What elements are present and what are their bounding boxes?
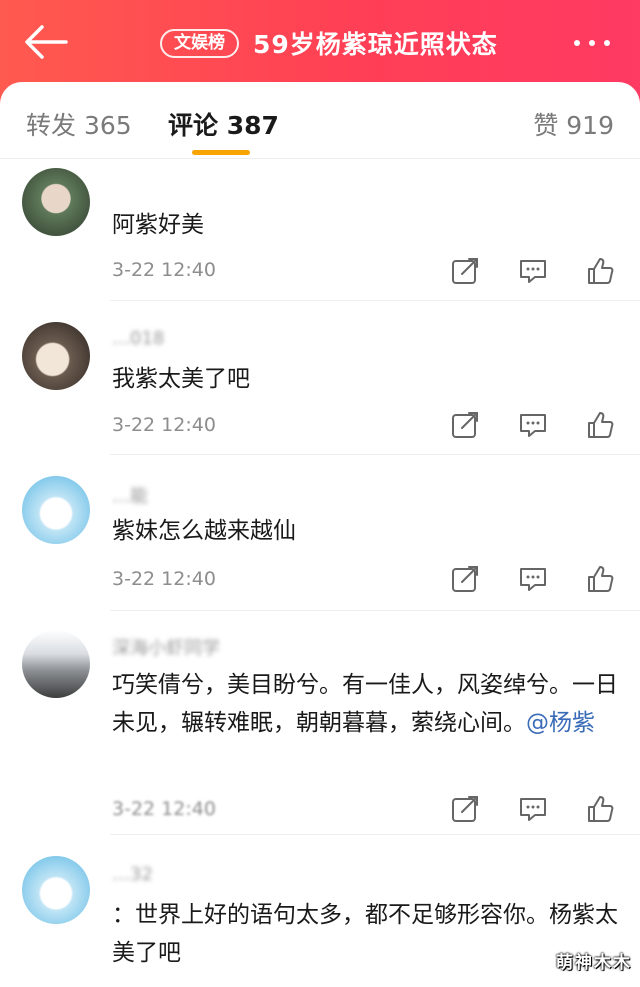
- comment-time: 3-22 12:40: [112, 414, 216, 436]
- page-title: 59岁杨紫琼近照状态: [253, 30, 498, 59]
- watermark: 萌神木木: [556, 953, 632, 973]
- comment-text: 巧笑倩兮，美目盼兮。有一佳人，风姿绰兮。一日未见，辗转难眠，朝朝暮暮，萦绕心间。…: [112, 666, 622, 742]
- username[interactable]: …能: [112, 482, 148, 508]
- username[interactable]: 深海小虾同学: [112, 634, 220, 660]
- comment-icon[interactable]: [518, 794, 548, 824]
- comment-divider: [110, 834, 640, 835]
- comment-text: 我紫太美了吧: [112, 366, 250, 392]
- comment-item: 深海小虾同学 巧笑倩兮，美目盼兮。有一佳人，风姿绰兮。一日未见，辗转难眠，朝朝暮…: [0, 622, 640, 836]
- repost-icon[interactable]: [450, 564, 480, 594]
- comment-icon[interactable]: [518, 410, 548, 440]
- username[interactable]: …018: [112, 328, 164, 349]
- username[interactable]: …32: [112, 864, 153, 885]
- mention-link[interactable]: @杨紫: [526, 710, 595, 736]
- category-badge[interactable]: 文娱榜: [160, 28, 239, 58]
- like-icon[interactable]: [585, 794, 615, 824]
- avatar[interactable]: [22, 322, 90, 390]
- title-group: 文娱榜 59岁杨紫琼近照状态: [160, 26, 498, 60]
- comment-text: 阿紫好美: [112, 212, 204, 238]
- divider: [0, 158, 640, 159]
- dot: [589, 40, 595, 46]
- tab-likes[interactable]: 赞 919: [533, 106, 614, 142]
- tab-repost[interactable]: 转发 365: [26, 106, 132, 142]
- comment-time: 3-22 12:40: [112, 798, 216, 820]
- comment-time: 3-22 12:40: [112, 259, 216, 281]
- comment-text: ：世界上好的语句太多，都不足够形容你。杨紫太美了吧: [112, 902, 618, 966]
- like-icon[interactable]: [585, 256, 615, 286]
- comment-divider: [110, 454, 640, 455]
- comment-item: …能 紫妹怎么越来越仙 3-22 12:40: [0, 468, 640, 611]
- comment-icon[interactable]: [518, 564, 548, 594]
- comment-item: …018 我紫太美了吧 3-22 12:40: [0, 314, 640, 456]
- avatar[interactable]: [22, 856, 90, 924]
- comment-divider: [110, 610, 640, 611]
- repost-icon[interactable]: [450, 256, 480, 286]
- comment-icon[interactable]: [518, 256, 548, 286]
- comment-item: 阿紫好美 3-22 12:40: [0, 160, 640, 302]
- comment-divider: [110, 300, 640, 301]
- avatar[interactable]: [22, 476, 90, 544]
- avatar[interactable]: [22, 168, 90, 236]
- repost-icon[interactable]: [450, 794, 480, 824]
- tab-bar: 转发 365 评论 387 赞 919: [0, 82, 640, 160]
- comment-item: …32 ：世界上好的语句太多，都不足够形容你。杨紫太美了吧: [0, 846, 640, 987]
- comment-time: 3-22 12:40: [112, 568, 216, 590]
- like-icon[interactable]: [585, 410, 615, 440]
- more-dots-icon[interactable]: [574, 30, 618, 56]
- dot: [574, 40, 580, 46]
- repost-icon[interactable]: [450, 410, 480, 440]
- avatar[interactable]: [22, 630, 90, 698]
- arrow-left-icon: [25, 25, 68, 59]
- comment-text: 紫妹怎么越来越仙: [112, 518, 296, 544]
- back-button[interactable]: [22, 22, 70, 62]
- tab-comments[interactable]: 评论 387: [168, 106, 279, 142]
- like-icon[interactable]: [585, 564, 615, 594]
- active-tab-indicator: [192, 150, 250, 155]
- dot: [604, 40, 610, 46]
